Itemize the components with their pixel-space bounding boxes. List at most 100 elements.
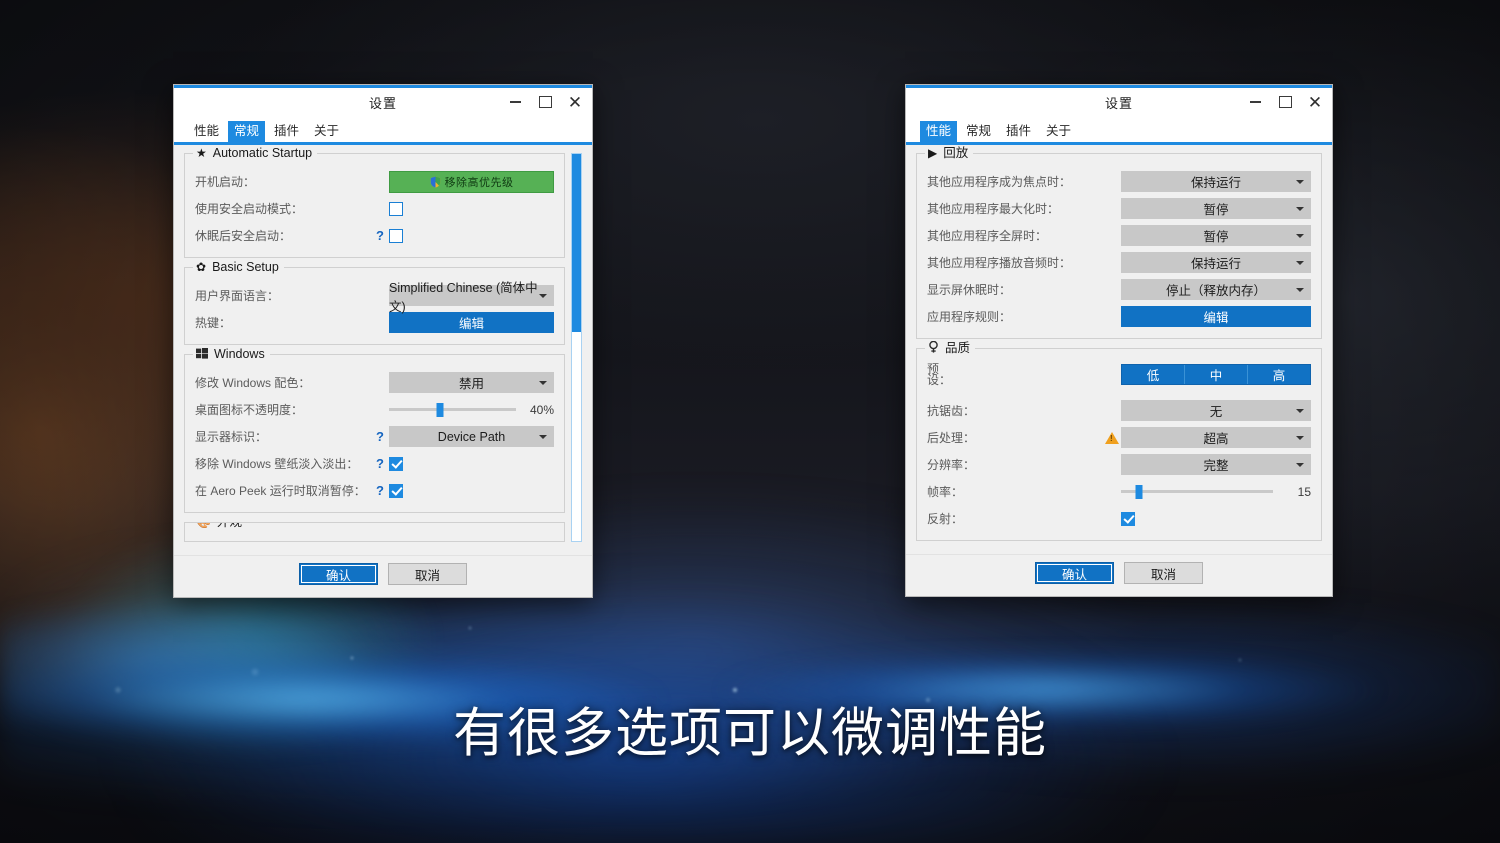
scroll-region-left[interactable]: ★ Automatic Startup 开机启动： 移除高优先级 使用安全启动模… — [184, 145, 582, 542]
row-label: 热键： — [195, 316, 232, 330]
subtitle-text: 有很多选项可以微调性能 — [453, 703, 1047, 764]
group-windows: Windows 修改 Windows 配色： 禁用 桌面图标不透明度： 40% … — [184, 346, 565, 513]
minimize-icon[interactable] — [1240, 89, 1270, 115]
ok-button[interactable]: 确认 — [299, 563, 378, 585]
monitor-identification-select[interactable]: Device Path — [389, 426, 554, 447]
other-app-fullscreen-value: 暂停 — [1203, 230, 1229, 244]
titlebar-right[interactable]: 设置 ✕ — [906, 88, 1332, 116]
cancel-button[interactable]: 取消 — [1124, 562, 1203, 584]
maximize-icon[interactable] — [530, 89, 560, 115]
app-rules-edit-button[interactable]: 编辑 — [1121, 306, 1311, 327]
row-remove-wallpaper-fade: 移除 Windows 壁纸淡入淡出： ? — [195, 450, 554, 477]
tab-about[interactable]: 关于 — [308, 121, 345, 142]
maximize-icon[interactable] — [1270, 89, 1300, 115]
reflections-checkbox[interactable] — [1121, 511, 1135, 526]
row-app-rules: 应用程序规则： 编辑 — [927, 303, 1311, 330]
other-app-focused-select[interactable]: 保持运行 — [1121, 171, 1311, 192]
safe-start-mode-checkbox[interactable] — [389, 201, 403, 216]
scrollbar-thumb[interactable] — [572, 154, 581, 333]
group-title-appearance: 🎨 外观 — [193, 522, 247, 530]
other-app-fullscreen-select[interactable]: 暂停 — [1121, 225, 1311, 246]
remove-high-priority-button[interactable]: 移除高优先级 — [389, 170, 554, 193]
tabstrip-left[interactable]: 性能 常规 插件 关于 — [174, 116, 592, 142]
resolution-value: 完整 — [1203, 459, 1229, 473]
control-slot: Simplified Chinese (简体中文) — [389, 281, 554, 314]
slider-track — [1121, 490, 1273, 493]
tab-general[interactable]: 常规 — [228, 121, 266, 142]
close-icon[interactable]: ✕ — [1300, 89, 1330, 115]
row-antialiasing: 抗锯齿： 无 — [927, 397, 1311, 424]
settings-window-general[interactable]: 设置 ✕ 性能 常规 插件 关于 ★ Automatic Startup 开机启… — [173, 84, 593, 598]
palette-icon: 🎨 — [196, 522, 211, 529]
ui-language-select[interactable]: Simplified Chinese (简体中文) — [389, 281, 554, 314]
row-label: 应用程序规则： — [927, 310, 1012, 324]
cancel-button[interactable]: 取消 — [388, 563, 467, 585]
group-appearance: 🎨 外观 — [184, 522, 565, 542]
other-app-audio-select[interactable]: 保持运行 — [1121, 252, 1311, 273]
row-label: 抗锯齿： — [927, 404, 976, 418]
safe-start-after-hibernate-checkbox[interactable] — [389, 228, 403, 243]
antialiasing-select[interactable]: 无 — [1121, 400, 1311, 421]
chevron-down-icon — [539, 380, 547, 385]
window-title: 设置 — [1104, 95, 1133, 111]
aero-peek-unpause-checkbox[interactable] — [389, 483, 403, 498]
slider-thumb[interactable] — [1135, 484, 1143, 499]
display-sleep-value: 停止（释放内存） — [1165, 284, 1266, 298]
modify-windows-colors-select[interactable]: 禁用 — [389, 372, 554, 393]
minimize-icon[interactable] — [500, 89, 530, 115]
row-preset: 预设： 低 中 高 — [927, 363, 1311, 397]
quality-preset-segmented[interactable]: 低 中 高 — [1121, 364, 1311, 385]
group-title-basic-setup: ✿ Basic Setup — [193, 259, 284, 275]
tab-plugins[interactable]: 插件 — [268, 121, 305, 142]
resolution-select[interactable]: 完整 — [1121, 454, 1311, 475]
antialiasing-value: 无 — [1209, 405, 1223, 419]
titlebar-left[interactable]: 设置 ✕ — [174, 88, 592, 116]
help-icon[interactable]: ? — [371, 456, 389, 471]
control-slot: 停止（释放内存） — [1121, 279, 1311, 300]
other-app-maximized-select[interactable]: 暂停 — [1121, 198, 1311, 219]
group-label: Automatic Startup — [212, 146, 313, 160]
ui-language-value: Simplified Chinese (简体中文) — [389, 280, 538, 314]
preset-high-button[interactable]: 高 — [1248, 365, 1310, 384]
window-controls[interactable]: ✕ — [1240, 88, 1330, 116]
control-slot: 保持运行 — [1121, 252, 1311, 273]
preset-low-button[interactable]: 低 — [1122, 365, 1185, 384]
slider-thumb[interactable] — [436, 402, 444, 417]
row-label: 休眠后安全启动： — [195, 229, 292, 243]
desktop-icon-opacity-slider[interactable] — [389, 402, 516, 417]
other-app-audio-value: 保持运行 — [1190, 257, 1241, 271]
remove-wallpaper-fade-checkbox[interactable] — [389, 456, 403, 471]
postprocessing-select[interactable]: 超高 — [1121, 427, 1311, 448]
help-icon[interactable]: ? — [371, 429, 389, 444]
close-icon[interactable]: ✕ — [560, 89, 590, 115]
framerate-slider[interactable] — [1121, 484, 1273, 499]
settings-window-performance[interactable]: 设置 ✕ 性能 常规 插件 关于 ▶ 回放 其他应用程序成为焦点时： 保持运行 … — [905, 84, 1333, 597]
group-title-automatic-startup: ★ Automatic Startup — [193, 145, 318, 161]
row-resolution: 分辨率： 完整 — [927, 451, 1311, 478]
tab-plugins[interactable]: 插件 — [1000, 121, 1037, 142]
row-label: 预设： — [927, 362, 952, 387]
vertical-scrollbar[interactable] — [571, 153, 582, 542]
preset-medium-button[interactable]: 中 — [1185, 365, 1248, 384]
ok-button[interactable]: 确认 — [1035, 562, 1114, 584]
group-title-quality: 品质 — [925, 340, 976, 356]
help-icon[interactable]: ? — [371, 228, 389, 243]
chevron-down-icon — [1296, 462, 1304, 467]
tab-performance[interactable]: 性能 — [188, 121, 225, 142]
row-label: 移除 Windows 壁纸淡入淡出： — [195, 457, 359, 471]
tabstrip-right[interactable]: 性能 常规 插件 关于 — [906, 116, 1332, 142]
row-other-app-focused: 其他应用程序成为焦点时： 保持运行 — [927, 168, 1311, 195]
window-controls[interactable]: ✕ — [500, 88, 590, 116]
play-icon: ▶ — [928, 146, 938, 160]
tab-performance[interactable]: 性能 — [920, 121, 958, 142]
chevron-down-icon — [1296, 206, 1304, 211]
row-label: 修改 Windows 配色： — [195, 376, 311, 390]
tab-general[interactable]: 常规 — [960, 121, 997, 142]
chevron-down-icon — [1296, 233, 1304, 238]
hotkeys-edit-button[interactable]: 编辑 — [389, 312, 554, 333]
display-sleep-select[interactable]: 停止（释放内存） — [1121, 279, 1311, 300]
modify-windows-colors-value: 禁用 — [458, 377, 484, 391]
row-desktop-icon-opacity: 桌面图标不透明度： 40% — [195, 396, 554, 423]
help-icon[interactable]: ? — [371, 483, 389, 498]
tab-about[interactable]: 关于 — [1040, 121, 1077, 142]
